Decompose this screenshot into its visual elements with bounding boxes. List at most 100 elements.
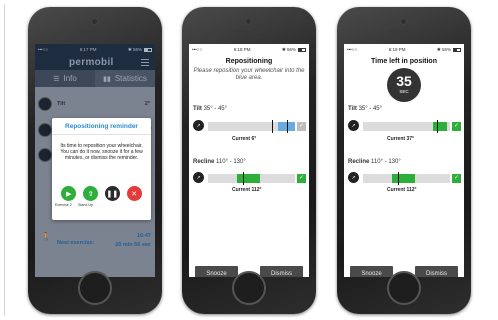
status-time: 6:18 PM [233,47,251,52]
recline-section-label: Recline 110° - 130° [193,159,246,165]
recline-current-marker [398,172,400,185]
snooze-button[interactable]: Snooze [195,266,238,277]
phone-reminder: •••○○ 6:17 PM ✱ 56% permobil ☰ Info ▮▮ S… [28,7,162,314]
signal-indicator: •••○○ [192,47,203,52]
speaker-grille [234,30,264,33]
status-bar: •••○○ 6:19 PM ✱ 56% [344,44,464,55]
tilt-gauge: ↗ ✓ [348,120,461,133]
camera-icon [400,18,407,25]
tab-statistics-label: Statistics [114,74,147,83]
tab-bar: ☰ Info ▮▮ Statistics [35,70,155,87]
play-icon: ▶ [66,190,72,198]
recline-label: Recline [193,159,215,165]
app-logo: permobil [69,57,114,68]
tilt-current-marker [272,120,274,133]
tab-info-label: Info [63,74,77,83]
tilt-target-marker [287,120,289,133]
tilt-icon: ↗ [193,120,204,131]
tilt-gauge: ↗ ✓ [193,120,306,133]
tilt-target-zone [433,122,447,131]
signal-indicator: •••○○ [38,47,49,52]
camera-icon [91,18,98,25]
snooze-button[interactable]: Snooze [350,266,393,277]
battery-icon [298,47,306,52]
phone-screen: •••○○ 6:17 PM ✱ 56% permobil ☰ Info ▮▮ S… [35,44,155,277]
phone-time-left: •••○○ 6:19 PM ✱ 56% Time left in positio… [337,7,471,314]
timer-unit: SEC [399,89,409,94]
home-button[interactable] [232,271,266,305]
battery-icon [144,47,152,52]
recline-current-value: Current 112° [387,187,417,193]
recline-range: 110° - 130° [216,159,246,165]
next-exercise-time: 16:47 [136,233,151,239]
signal-indicator: •••○○ [347,47,358,52]
page-divider [4,4,5,316]
exercise-2-label: Exercise 2 [55,203,72,207]
tilt-icon [38,97,52,111]
speaker-grille [389,30,419,33]
recline-section-label: Recline 110° - 130° [348,159,401,165]
recline-label: Recline [348,159,370,165]
home-button[interactable] [387,271,421,305]
recline-range: 110° - 130° [371,159,401,165]
stand-up-label: Stand Up [78,203,93,207]
elevate-icon [38,148,52,162]
tilt-icon: ↗ [348,120,359,131]
tilt-current-value: Current 37° [387,136,415,142]
dismiss-button[interactable]: Dismiss [260,266,303,277]
recline-gauge: ↗ ✓ [348,172,461,185]
phone-screen: •••○○ 6:18 PM ✱ 56% Repositioning Please… [189,44,309,277]
reminder-dialog: Repositioning reminder Its time to repos… [52,118,151,220]
recline-bar [208,172,295,185]
person-icon: 🚶 [41,232,51,241]
recline-gauge: ↗ ✓ [193,172,306,185]
tab-statistics[interactable]: ▮▮ Statistics [95,70,155,87]
tilt-range: 35° - 45° [358,106,383,112]
countdown-timer: 35 SEC [387,68,421,102]
timer-value: 35 [396,73,412,89]
dialog-actions: ▶ ⇧ ❚❚ ✕ [52,186,151,201]
battery-text: ✱ 56% [281,46,296,52]
list-icon: ☰ [53,75,60,83]
status-time: 6:19 PM [388,47,406,52]
battery-icon [453,47,461,52]
tilt-current-marker [437,120,439,133]
next-exercise-remaining: 20 min 56 sec [115,242,151,248]
recline-icon: ↗ [193,172,204,183]
tilt-section-label: Tilt 35° - 45° [193,106,227,112]
recline-current-value: Current 112° [232,187,262,193]
recline-target-zone [392,174,415,183]
tilt-label: Tilt [193,106,202,112]
status-bar: •••○○ 6:18 PM ✱ 56% [189,44,309,55]
recline-current-marker [243,172,245,185]
snooze-button[interactable]: ❚❚ [104,186,120,201]
recline-status-check: ✓ [297,174,306,183]
recline-icon: ↗ [348,172,359,183]
dismiss-button[interactable]: Dismiss [415,266,458,277]
dialog-title: Repositioning reminder [52,118,151,135]
tilt-row-label: Tilt [57,101,66,107]
phone-screen: •••○○ 6:19 PM ✱ 56% Time left in positio… [344,44,464,277]
dismiss-button[interactable]: ✕ [126,186,142,201]
next-exercise-label: Next exercise: [57,240,95,246]
tilt-range: 35° - 45° [203,106,228,112]
tilt-status-check: ✓ [297,122,306,131]
tilt-bar [363,120,450,133]
home-button[interactable] [78,271,112,305]
tilt-label: Tilt [348,106,357,112]
tilt-row-value: 2° [144,101,150,107]
speaker-grille [80,30,110,33]
camera-icon [245,18,252,25]
bar-chart-icon: ▮▮ [103,75,111,83]
tab-info[interactable]: ☰ Info [35,70,95,87]
exercise-2-button[interactable]: ▶ [61,186,77,201]
stand-up-button[interactable]: ⇧ [83,186,99,201]
pause-icon: ❚❚ [106,190,119,198]
hamburger-menu-icon[interactable] [141,59,149,66]
status-bar: •••○○ 6:17 PM ✱ 56% [35,44,155,55]
recline-bar [363,172,450,185]
phone-repositioning: •••○○ 6:18 PM ✱ 56% Repositioning Please… [182,7,316,314]
battery-text: ✱ 56% [127,46,142,52]
dialog-message: Its time to reposition your wheelchair. … [60,143,143,161]
recline-icon [38,123,52,137]
